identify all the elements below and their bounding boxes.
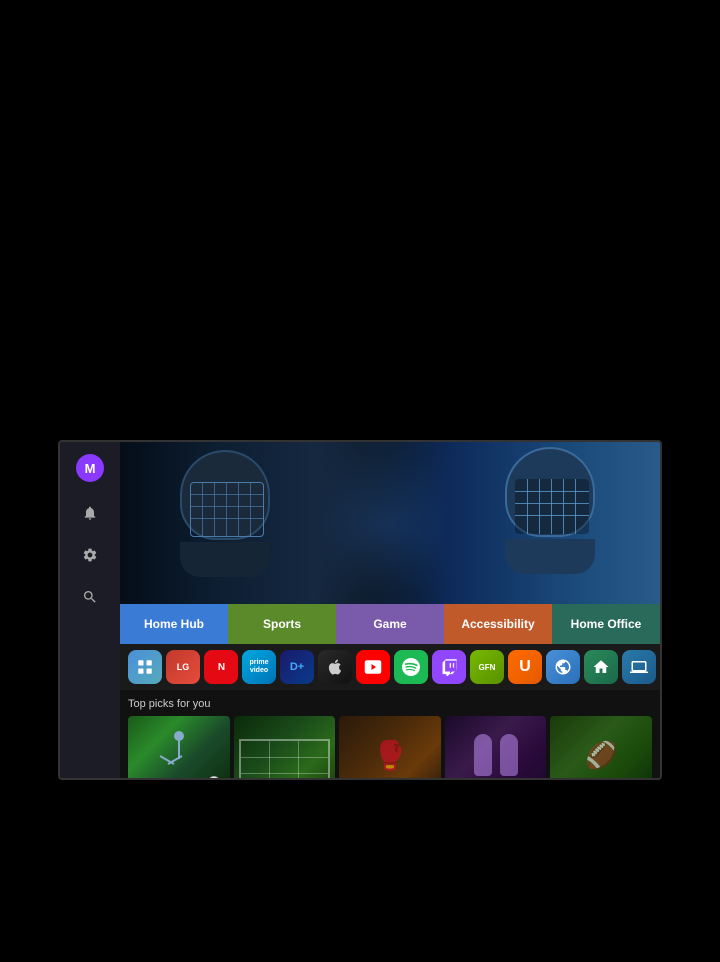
spotify-icon[interactable] <box>394 650 428 684</box>
pick-item-boxing-ring[interactable] <box>445 716 547 780</box>
geforce-now-icon[interactable]: GFN <box>470 650 504 684</box>
apps-icon[interactable] <box>128 650 162 684</box>
tab-home-office[interactable]: Home Office <box>552 604 660 644</box>
tab-accessibility[interactable]: Accessibility <box>444 604 552 644</box>
twitch-icon[interactable] <box>432 650 466 684</box>
body-background: M Home Hub Sports Game Accessib <box>0 0 720 962</box>
settings-icon[interactable] <box>79 544 101 566</box>
top-picks-section: Top picks for you <box>120 690 660 778</box>
hero-image <box>120 442 660 604</box>
apps-row: LG N primevideo D+ GFN <box>120 644 660 690</box>
disney-plus-icon[interactable]: D+ <box>280 650 314 684</box>
search-icon[interactable] <box>79 586 101 608</box>
lg-channels-icon[interactable]: LG <box>166 650 200 684</box>
youtube-icon[interactable] <box>356 650 390 684</box>
pick-item-soccer-goal[interactable] <box>234 716 336 780</box>
sidebar: M <box>60 442 120 778</box>
pick-item-football[interactable]: 🏈 <box>550 716 652 780</box>
pick-item-soccer-kick[interactable] <box>128 716 230 780</box>
tv-frame: M Home Hub Sports Game Accessib <box>58 440 662 780</box>
screen-share-icon[interactable] <box>622 650 656 684</box>
tabs-bar: Home Hub Sports Game Accessibility Home … <box>120 604 660 644</box>
top-picks-label: Top picks for you <box>128 698 652 710</box>
netflix-icon[interactable]: N <box>204 650 238 684</box>
picks-row: 🥊 🏈 <box>128 716 652 780</box>
prime-video-icon[interactable]: primevideo <box>242 650 276 684</box>
smart-home-icon[interactable] <box>584 650 618 684</box>
apple-tv-icon[interactable] <box>318 650 352 684</box>
pick-item-boxing[interactable]: 🥊 <box>339 716 441 780</box>
web-browser-icon[interactable] <box>546 650 580 684</box>
avatar[interactable]: M <box>76 454 104 482</box>
utube-icon[interactable]: U <box>508 650 542 684</box>
tab-sports[interactable]: Sports <box>228 604 336 644</box>
bell-icon[interactable] <box>79 502 101 524</box>
tab-home-hub[interactable]: Home Hub <box>120 604 228 644</box>
tab-game[interactable]: Game <box>336 604 444 644</box>
